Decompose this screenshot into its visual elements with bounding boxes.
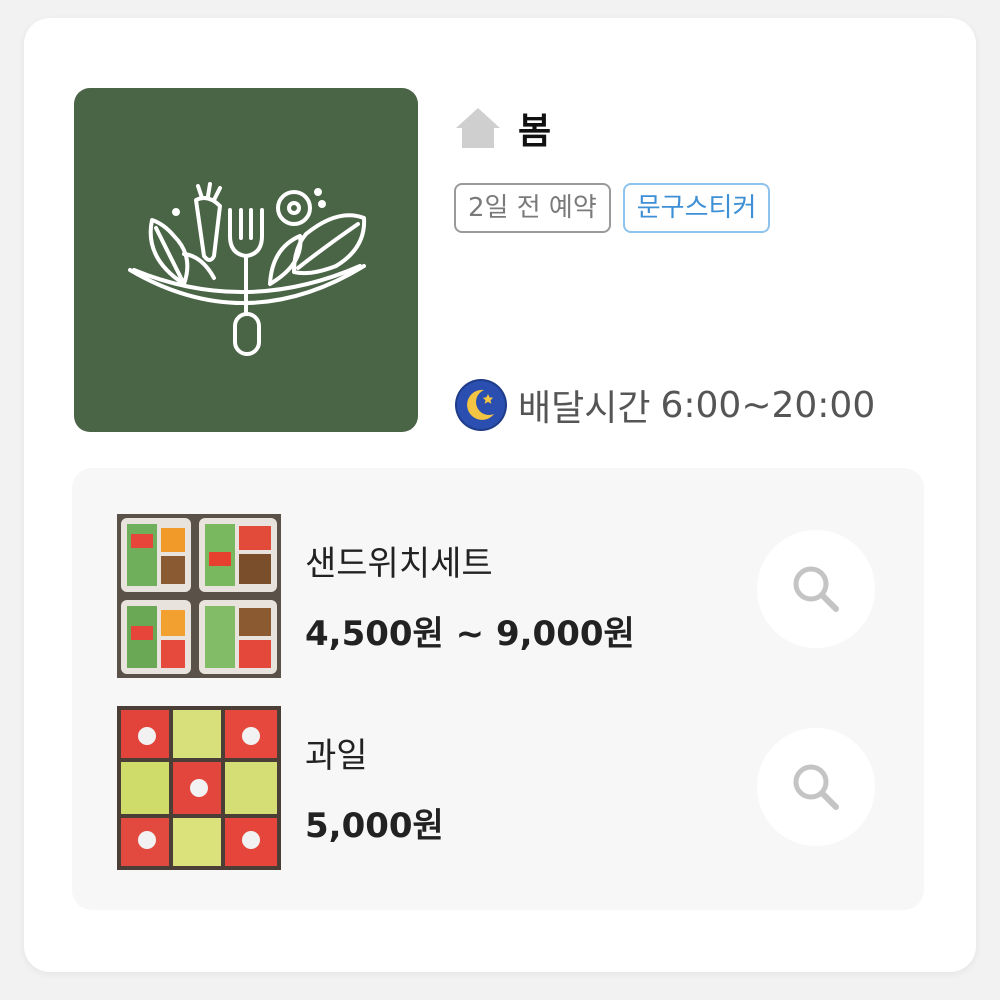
zoom-button[interactable] xyxy=(757,530,875,648)
delivery-hours: 배달시간 6:00~20:00 xyxy=(454,378,875,432)
product-name: 과일 xyxy=(305,736,368,776)
sandwich-thumbnail xyxy=(117,514,281,678)
store-tags: 2일 전 예약 문구스티커 xyxy=(454,183,782,233)
store-logo xyxy=(74,88,418,432)
magnifier-icon xyxy=(793,566,839,612)
product-item-fruit[interactable]: 과일 5,000원 xyxy=(117,706,897,870)
product-price: 5,000원 xyxy=(305,806,444,846)
product-list: 샌드위치세트 4,500원 ~ 9,000원 과일 5,000원 xyxy=(72,468,924,910)
fruit-thumbnail xyxy=(117,706,281,870)
delivery-time: 6:00~20:00 xyxy=(660,384,876,426)
store-name: 봄 xyxy=(518,111,552,152)
delivery-label: 배달시간 xyxy=(518,388,651,429)
product-item-sandwich[interactable]: 샌드위치세트 4,500원 ~ 9,000원 xyxy=(117,514,897,678)
moon-icon xyxy=(454,378,508,432)
salad-logo-icon xyxy=(128,182,367,356)
reservation-tag: 2일 전 예약 xyxy=(454,183,611,233)
store-card: 봄 2일 전 예약 문구스티커 배달시간 6:00~20:00 샌드위치세트 4… xyxy=(24,18,976,972)
home-icon xyxy=(454,106,502,150)
product-price: 4,500원 ~ 9,000원 xyxy=(305,614,635,654)
store-header: 봄 xyxy=(454,106,551,152)
product-name: 샌드위치세트 xyxy=(305,544,493,584)
category-tag[interactable]: 문구스티커 xyxy=(622,183,771,233)
zoom-button[interactable] xyxy=(757,728,875,846)
magnifier-icon xyxy=(793,764,839,810)
